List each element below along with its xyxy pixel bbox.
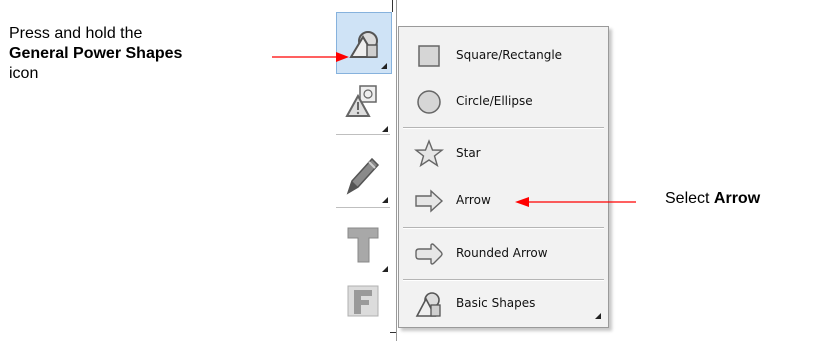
general-power-shapes-button[interactable] — [336, 12, 392, 74]
toolbar-separator — [336, 134, 390, 135]
menu-separator — [403, 279, 604, 281]
basic-shapes-icon — [415, 292, 441, 317]
circle-icon — [417, 90, 441, 114]
menu-item-label: Square/Rectangle — [456, 48, 563, 62]
instruction-text-left: Press and hold the General Power Shapes … — [9, 24, 289, 84]
menu-item-arrow[interactable]: Arrow — [399, 180, 608, 222]
menu-item-square-rectangle[interactable]: Square/Rectangle — [399, 35, 608, 77]
menu-item-label: Circle/Ellipse — [456, 94, 533, 108]
menu-separator — [403, 227, 604, 229]
instruction-select-prefix: Select — [665, 190, 714, 207]
menu-item-basic-shapes[interactable]: Basic Shapes — [399, 283, 608, 325]
menu-item-circle-ellipse[interactable]: Circle/Ellipse — [399, 81, 608, 123]
instruction-line-1: Press and hold the — [9, 25, 143, 42]
pencil-button[interactable] — [336, 145, 392, 207]
ruler-mark — [392, 0, 393, 12]
canvas-edge-line — [396, 0, 397, 341]
menu-separator — [403, 127, 604, 129]
vertical-toolbar — [330, 0, 398, 341]
arrow-icon — [415, 189, 444, 213]
fill-text-icon — [347, 285, 379, 317]
text-button[interactable] — [336, 214, 392, 276]
instruction-text-right: Select Arrow — [665, 189, 760, 209]
fill-text-button[interactable] — [336, 274, 392, 336]
instruction-bold-label: General Power Shapes — [9, 45, 183, 62]
flyout-indicator — [381, 63, 387, 69]
flyout-indicator — [382, 266, 388, 272]
flyout-indicator — [382, 126, 388, 132]
menu-item-label: Star — [456, 146, 481, 160]
instruction-line-3: icon — [9, 65, 39, 82]
rounded-arrow-icon — [415, 243, 443, 265]
toolbar-separator — [336, 207, 390, 208]
star-icon — [414, 139, 444, 168]
menu-item-label: Rounded Arrow — [456, 246, 548, 260]
flyout-indicator — [382, 197, 388, 203]
menu-item-star[interactable]: Star — [399, 133, 608, 175]
menu-item-label: Arrow — [456, 193, 491, 207]
warning-shapes-button[interactable] — [336, 74, 392, 136]
menu-item-label: Basic Shapes — [456, 296, 536, 310]
submenu-indicator — [595, 313, 601, 319]
menu-item-rounded-arrow[interactable]: Rounded Arrow — [399, 233, 608, 275]
power-shapes-flyout-menu: Square/Rectangle Circle/Ellipse Star Arr… — [398, 26, 609, 328]
instruction-select-bold: Arrow — [713, 190, 761, 207]
square-icon — [418, 45, 440, 67]
